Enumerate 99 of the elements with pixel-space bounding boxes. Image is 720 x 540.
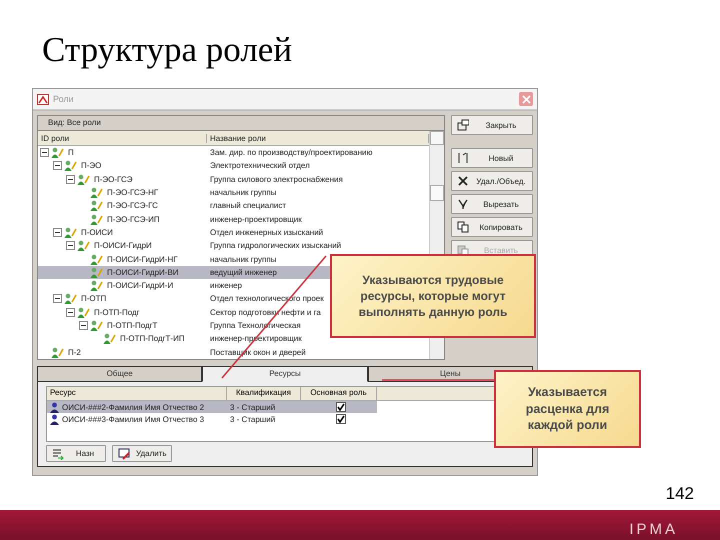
slide-title: Структура ролей xyxy=(41,29,292,71)
role-id: П-ОИСИ-ГидрИ xyxy=(94,241,152,250)
window-title: Роли xyxy=(53,94,74,104)
person-icon xyxy=(77,306,90,318)
person-icon xyxy=(90,200,103,212)
cross-icon xyxy=(457,175,469,187)
scroll-thumb[interactable] xyxy=(430,185,444,201)
list-arrow-icon xyxy=(52,448,64,460)
person-icon xyxy=(50,402,59,412)
role-name: Отдел инженерных изысканий xyxy=(210,228,324,237)
role-id: П-ОИСИ-ГидрИ-НГ xyxy=(107,254,178,264)
role-name: Сектор подготовки нефти и га xyxy=(210,308,321,317)
toolbar-button[interactable]: Новый xyxy=(451,148,533,168)
role-id: П-ОИСИ xyxy=(81,228,113,237)
column-header[interactable]: Ресурс xyxy=(47,387,227,401)
role-id: П-ЭО-ГСЭ-ГС xyxy=(107,201,158,210)
person-icon xyxy=(90,254,103,265)
role-id: П-ЭО-ГСЭ-ИП xyxy=(107,214,160,224)
callout-tooltip: Указываются трудовые ресурсы, которые могут выполнять данную роль xyxy=(330,254,536,338)
role-name: инженер xyxy=(210,281,242,290)
qualification-cell: 3 - Старший xyxy=(227,401,301,413)
person-icon xyxy=(90,280,103,292)
tree-row[interactable]: П-ЭО-ГСЭ Группа силового электроснабжения xyxy=(38,172,429,186)
person-icon xyxy=(77,174,90,185)
role-id: П-ОТП-ПодгТ xyxy=(107,321,158,330)
role-id: П-ЭО xyxy=(81,161,102,170)
role-name: Зам. дир. по производству/проектированию xyxy=(210,148,372,158)
person-icon xyxy=(51,147,64,158)
person-icon xyxy=(64,226,77,238)
toolbar-button[interactable]: Закрыть xyxy=(451,115,533,135)
paste-icon xyxy=(457,244,469,256)
close-icon xyxy=(522,94,530,104)
person-icon xyxy=(64,160,77,172)
view-filter[interactable]: Вид: Все роли xyxy=(38,116,444,130)
role-name: ведущий инженер xyxy=(210,268,277,277)
role-id: П-ЭО-ГСЭ-НГ xyxy=(107,188,158,198)
checkbox[interactable] xyxy=(336,414,346,424)
person-icon xyxy=(64,293,77,304)
callout-tooltip: Указывается расценка для каждой роли xyxy=(494,370,641,448)
role-id: П-ОИСИ-ГидрИ-И xyxy=(107,281,174,290)
collapse-toggle[interactable] xyxy=(40,148,49,158)
role-id: П-ОТП-Подг xyxy=(94,308,140,317)
role-id: П-ОТП-ПодгТ-ИП xyxy=(120,334,185,344)
person-icon xyxy=(50,414,59,424)
tree-row[interactable]: П-ЭО-ГСЭ-ГС главный специалист xyxy=(38,199,429,212)
role-id: П-ОИСИ-ГидрИ-ВИ xyxy=(107,268,179,277)
role-name: Группа гидрологических изысканий xyxy=(210,241,342,250)
panel-button[interactable]: Назн xyxy=(46,445,106,462)
person-icon xyxy=(90,320,103,331)
person-icon xyxy=(103,333,116,344)
collapse-toggle[interactable] xyxy=(66,241,75,250)
window-pencil-icon xyxy=(118,448,130,460)
collapse-toggle[interactable] xyxy=(53,228,62,237)
tree-row[interactable]: П-ЭО Электротехнический отдел xyxy=(38,159,429,173)
collapse-toggle[interactable] xyxy=(66,174,75,184)
collapse-toggle[interactable] xyxy=(79,321,88,330)
collapse-toggle[interactable] xyxy=(66,308,75,317)
column-header[interactable]: Основная роль xyxy=(301,387,377,401)
person-icon xyxy=(90,266,103,278)
tree-row[interactable]: П-ОИСИ Отдел инженерных изысканий xyxy=(38,226,429,240)
resource-name: ОИСИ-###2-Фамилия Имя Отчество 2 xyxy=(62,402,204,412)
role-name: начальник группы xyxy=(210,188,276,198)
role-name: Группа силового электроснабжения xyxy=(210,174,343,184)
toolbar-button[interactable]: Копировать xyxy=(451,217,533,237)
tree-row[interactable]: П-ЭО-ГСЭ-НГ начальник группы xyxy=(38,186,429,200)
role-name: главный специалист xyxy=(210,201,286,210)
role-id: П-2 xyxy=(68,348,81,357)
logo: IPMA xyxy=(629,521,678,538)
role-name: Электротехнический отдел xyxy=(210,161,310,170)
person-icon xyxy=(90,214,103,225)
collapse-toggle[interactable] xyxy=(53,161,62,170)
collapse-toggle[interactable] xyxy=(53,294,62,304)
role-id: П-ЭО-ГСЭ xyxy=(94,174,132,184)
role-id: П-ОТП xyxy=(81,294,106,304)
page-number: 142 xyxy=(666,484,694,504)
tab[interactable]: Общее xyxy=(37,366,202,382)
role-id: П xyxy=(68,148,74,158)
tree-row[interactable]: П-ЭО-ГСЭ-ИП инженер-проектировщик xyxy=(38,212,429,226)
column-header[interactable]: Квалификация xyxy=(227,387,301,401)
person-icon xyxy=(90,187,103,198)
toolbar-button[interactable]: Удал./Объед. xyxy=(451,171,533,191)
panel-button[interactable]: Удалить xyxy=(112,445,172,462)
resource-name: ОИСИ-###3-Фамилия Имя Отчество 3 xyxy=(62,414,204,424)
copy-icon xyxy=(457,221,469,233)
qualification-cell-text: 3 - Старший xyxy=(229,414,276,425)
person-icon xyxy=(51,346,64,358)
tree-row[interactable]: П-ОИСИ-ГидрИ Группа гидрологических изысканий xyxy=(38,239,429,252)
role-name: начальник группы xyxy=(210,254,276,264)
column-header[interactable]: ID роли xyxy=(38,134,207,142)
checkbox[interactable] xyxy=(336,402,346,412)
person-icon xyxy=(77,240,90,252)
app-icon xyxy=(37,94,49,104)
resource-row[interactable]: ОИСИ-###2-Фамилия Имя Отчество 2 xyxy=(47,401,227,413)
tab[interactable]: Ресурсы xyxy=(202,366,368,382)
tree-row[interactable]: П Зам. дир. по производству/проектированию xyxy=(38,146,429,160)
toolbar-button[interactable]: Вырезать xyxy=(451,194,533,214)
bracket-icon xyxy=(457,152,469,164)
resource-row[interactable]: ОИСИ-###3-Фамилия Имя Отчество 3 xyxy=(47,413,227,425)
role-name: инженер-проектировщик xyxy=(210,214,302,224)
